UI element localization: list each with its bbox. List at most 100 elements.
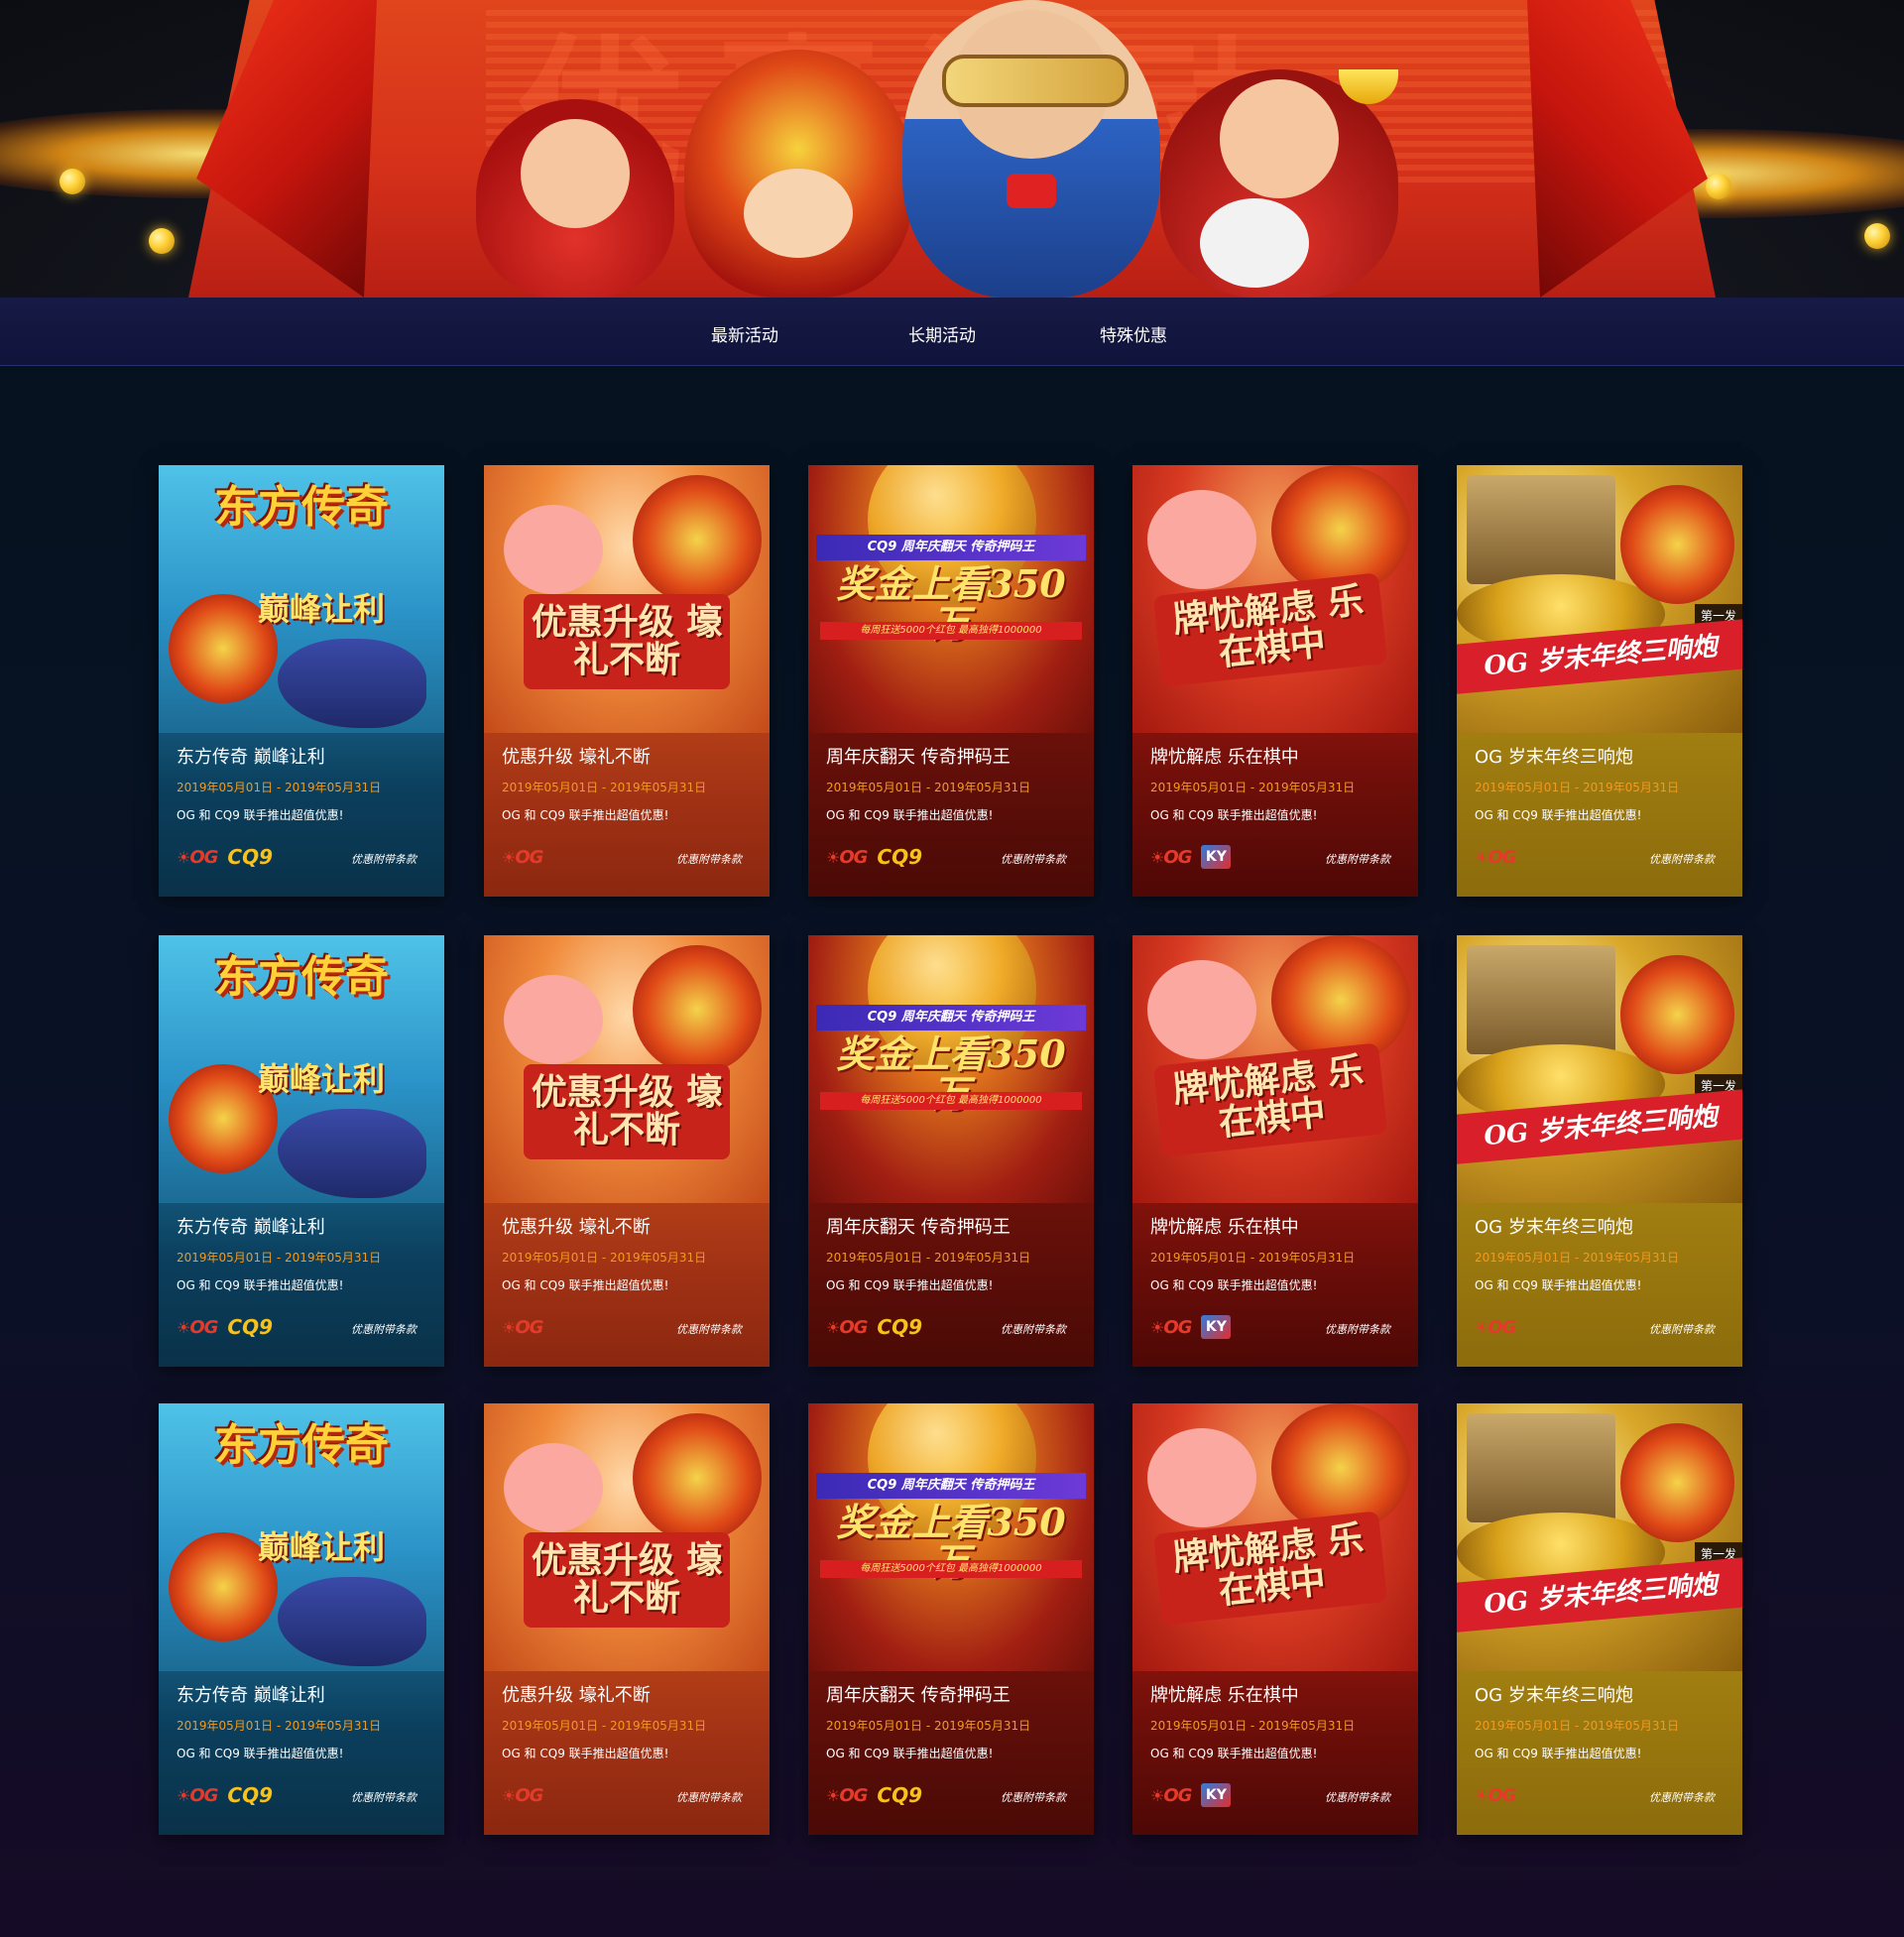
promo-card-title: 牌忧解虑 乐在棋中 bbox=[1150, 1217, 1299, 1238]
promo-terms-link[interactable]: 优惠附带条款 bbox=[676, 851, 742, 867]
promo-card-date: 2019年05月01日 - 2019年05月31日 bbox=[1475, 1719, 1680, 1733]
promo-card[interactable]: 第一发 OG 岁末年终三响炮 OG 岁末年终三响炮 2019年05月01日 - 2… bbox=[1457, 465, 1742, 897]
promo-terms-link[interactable]: 优惠附带条款 bbox=[676, 1321, 742, 1337]
promo-card-description: OG 和 CQ9 联手推出超值优惠! bbox=[1150, 808, 1318, 822]
og-sun-icon: ☀ bbox=[502, 1317, 516, 1337]
pig-illustration bbox=[1147, 490, 1256, 589]
og-sun-icon: ☀ bbox=[1150, 847, 1164, 867]
og-sun-icon: ☀ bbox=[826, 1785, 840, 1805]
promo-card-image[interactable]: 牌忧解虑 乐在棋中 bbox=[1132, 465, 1418, 733]
promo-card[interactable]: 优惠升级 壕礼不断 优惠升级 壕礼不断 2019年05月01日 - 2019年05… bbox=[484, 465, 770, 897]
promo-terms-link[interactable]: 优惠附带条款 bbox=[1325, 1321, 1390, 1337]
promo-card-description: OG 和 CQ9 联手推出超值优惠! bbox=[1475, 808, 1642, 822]
promo-card-description: OG 和 CQ9 联手推出超值优惠! bbox=[1150, 1747, 1318, 1760]
provider-logos: ☀OG CQ9 bbox=[826, 842, 922, 872]
promo-card[interactable]: 第一发 OG 岁末年终三响炮 OG 岁末年终三响炮 2019年05月01日 - 2… bbox=[1457, 935, 1742, 1367]
promo-terms-link[interactable]: 优惠附带条款 bbox=[351, 1321, 416, 1337]
lion-illustration bbox=[633, 945, 762, 1074]
og-logo: ☀OG bbox=[826, 847, 868, 868]
promo-card[interactable]: CQ9 周年庆翻天 传奇押码王 奖金上看350万 每周狂送5000个红包 最高独… bbox=[808, 935, 1094, 1367]
promo-card[interactable]: 牌忧解虑 乐在棋中 牌忧解虑 乐在棋中 2019年05月01日 - 2019年05… bbox=[1132, 1403, 1418, 1835]
promo-terms-link[interactable]: 优惠附带条款 bbox=[1649, 851, 1715, 867]
ky-logo: KY bbox=[1201, 1315, 1232, 1339]
promo-card-description: OG 和 CQ9 联手推出超值优惠! bbox=[826, 1278, 994, 1292]
promo-terms-link[interactable]: 优惠附带条款 bbox=[351, 851, 416, 867]
promo-card-image[interactable]: 东方传奇 巅峰让利 bbox=[159, 1403, 444, 1671]
promo-card[interactable]: 东方传奇 巅峰让利 东方传奇 巅峰让利 2019年05月01日 - 2019年05… bbox=[159, 935, 444, 1367]
promo-card-title: 周年庆翻天 传奇押码王 bbox=[826, 747, 1011, 768]
promo-card-image[interactable]: 优惠升级 壕礼不断 bbox=[484, 935, 770, 1203]
promo-card-image[interactable]: 第一发 OG 岁末年终三响炮 bbox=[1457, 1403, 1742, 1671]
promo-card-description: OG 和 CQ9 联手推出超值优惠! bbox=[177, 1278, 344, 1292]
promo-card-image[interactable]: 第一发 OG 岁末年终三响炮 bbox=[1457, 935, 1742, 1203]
promo-art-headline: 优惠升级 壕礼不断 bbox=[524, 1064, 730, 1159]
promo-card-image[interactable]: 东方传奇 巅峰让利 bbox=[159, 465, 444, 733]
promo-card[interactable]: CQ9 周年庆翻天 传奇押码王 奖金上看350万 每周狂送5000个红包 最高独… bbox=[808, 465, 1094, 897]
promo-terms-link[interactable]: 优惠附带条款 bbox=[676, 1789, 742, 1805]
lion-illustration bbox=[1620, 955, 1734, 1074]
og-logo-text: OG bbox=[515, 1784, 543, 1806]
promo-card-description: OG 和 CQ9 联手推出超值优惠! bbox=[177, 1747, 344, 1760]
og-logo: ☀OG bbox=[177, 1317, 218, 1338]
promo-card-title: 东方传奇 巅峰让利 bbox=[177, 747, 325, 768]
promo-card-image[interactable]: 优惠升级 壕礼不断 bbox=[484, 1403, 770, 1671]
og-logo-text: OG bbox=[839, 1316, 868, 1338]
promo-card-date: 2019年05月01日 - 2019年05月31日 bbox=[826, 1251, 1031, 1265]
whale-illustration bbox=[278, 1109, 426, 1198]
promo-terms-link[interactable]: 优惠附带条款 bbox=[1001, 1321, 1066, 1337]
promo-card-image[interactable]: 东方传奇 巅峰让利 bbox=[159, 935, 444, 1203]
promo-card[interactable]: 牌忧解虑 乐在棋中 牌忧解虑 乐在棋中 2019年05月01日 - 2019年05… bbox=[1132, 465, 1418, 897]
promo-card-description: OG 和 CQ9 联手推出超值优惠! bbox=[502, 1747, 669, 1760]
promo-card-date: 2019年05月01日 - 2019年05月31日 bbox=[177, 781, 382, 794]
ky-logo: KY bbox=[1201, 845, 1232, 869]
og-sun-icon: ☀ bbox=[1150, 1785, 1164, 1805]
promo-card-image[interactable]: CQ9 周年庆翻天 传奇押码王 奖金上看350万 每周狂送5000个红包 最高独… bbox=[808, 1403, 1094, 1671]
promo-terms-link[interactable]: 优惠附带条款 bbox=[1001, 1789, 1066, 1805]
promo-card-image[interactable]: 牌忧解虑 乐在棋中 bbox=[1132, 935, 1418, 1203]
promo-art-subheadline: 巅峰让利 bbox=[258, 1060, 386, 1098]
promo-terms-link[interactable]: 优惠附带条款 bbox=[351, 1789, 416, 1805]
promo-terms-link[interactable]: 优惠附带条款 bbox=[1325, 1789, 1390, 1805]
promo-art-subheadline: 巅峰让利 bbox=[258, 1528, 386, 1566]
provider-logos: ☀OG KY bbox=[1150, 842, 1232, 872]
og-logo-text: OG bbox=[189, 1784, 218, 1806]
promo-card-image[interactable]: 第一发 OG 岁末年终三响炮 bbox=[1457, 465, 1742, 733]
promo-terms-link[interactable]: 优惠附带条款 bbox=[1325, 851, 1390, 867]
tab-latest-promotions[interactable]: 最新活动 bbox=[711, 321, 778, 346]
promo-card[interactable]: 优惠升级 壕礼不断 优惠升级 壕礼不断 2019年05月01日 - 2019年05… bbox=[484, 935, 770, 1367]
promo-card[interactable]: 东方传奇 巅峰让利 东方传奇 巅峰让利 2019年05月01日 - 2019年05… bbox=[159, 465, 444, 897]
character-lady bbox=[476, 99, 674, 298]
og-logo: ☀OG bbox=[1475, 846, 1516, 868]
promo-card[interactable]: CQ9 周年庆翻天 传奇押码王 奖金上看350万 每周狂送5000个红包 最高独… bbox=[808, 1403, 1094, 1835]
promo-card-image[interactable]: 牌忧解虑 乐在棋中 bbox=[1132, 1403, 1418, 1671]
promo-card[interactable]: 第一发 OG 岁末年终三响炮 OG 岁末年终三响炮 2019年05月01日 - 2… bbox=[1457, 1403, 1742, 1835]
promo-terms-link[interactable]: 优惠附带条款 bbox=[1649, 1321, 1715, 1337]
promo-art-ribbon: CQ9 周年庆翻天 传奇押码王 bbox=[816, 535, 1086, 560]
og-logo-text: OG bbox=[189, 846, 218, 868]
hero-banner: 优惠活动 bbox=[0, 0, 1904, 298]
promo-card-image[interactable]: CQ9 周年庆翻天 传奇押码王 奖金上看350万 每周狂送5000个红包 最高独… bbox=[808, 465, 1094, 733]
og-logo: ☀OG bbox=[1150, 847, 1192, 868]
promo-card-date: 2019年05月01日 - 2019年05月31日 bbox=[502, 1719, 707, 1733]
promo-card-grid: 东方传奇 巅峰让利 东方传奇 巅峰让利 2019年05月01日 - 2019年05… bbox=[159, 465, 1742, 1835]
promo-card-image[interactable]: 优惠升级 壕礼不断 bbox=[484, 465, 770, 733]
promo-card-image[interactable]: CQ9 周年庆翻天 传奇押码王 奖金上看350万 每周狂送5000个红包 最高独… bbox=[808, 935, 1094, 1203]
og-logo: ☀OG bbox=[177, 1784, 218, 1806]
cq9-logo: CQ9 bbox=[877, 845, 923, 869]
tab-long-term-promotions[interactable]: 长期活动 bbox=[908, 321, 976, 346]
promo-art-subheadline: 巅峰让利 bbox=[258, 590, 386, 628]
og-logo: ☀OG bbox=[502, 847, 543, 868]
promo-art-ribbon: CQ9 周年庆翻天 传奇押码王 bbox=[816, 1473, 1086, 1499]
promo-card[interactable]: 东方传奇 巅峰让利 东方传奇 巅峰让利 2019年05月01日 - 2019年05… bbox=[159, 1403, 444, 1835]
promo-card-description: OG 和 CQ9 联手推出超值优惠! bbox=[826, 1747, 994, 1760]
tab-special-offers[interactable]: 特殊优惠 bbox=[1100, 321, 1167, 346]
promo-card[interactable]: 牌忧解虑 乐在棋中 牌忧解虑 乐在棋中 2019年05月01日 - 2019年05… bbox=[1132, 935, 1418, 1367]
promo-card[interactable]: 优惠升级 壕礼不断 优惠升级 壕礼不断 2019年05月01日 - 2019年05… bbox=[484, 1403, 770, 1835]
provider-logos: ☀OG CQ9 bbox=[826, 1312, 922, 1342]
promo-card-date: 2019年05月01日 - 2019年05月31日 bbox=[1150, 1251, 1356, 1265]
promo-terms-link[interactable]: 优惠附带条款 bbox=[1649, 1789, 1715, 1805]
og-sun-icon: ☀ bbox=[1475, 847, 1488, 867]
og-logo-text: OG bbox=[1488, 846, 1516, 868]
promo-terms-link[interactable]: 优惠附带条款 bbox=[1001, 851, 1066, 867]
provider-logos: ☀OG bbox=[502, 842, 543, 872]
